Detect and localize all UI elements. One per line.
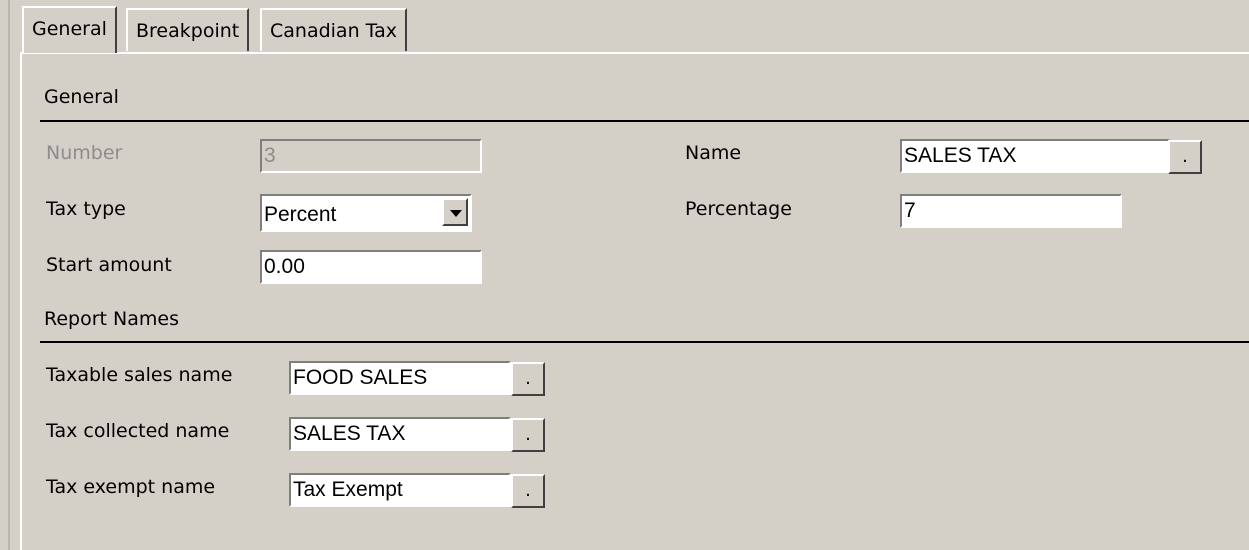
tab-panel-border xyxy=(20,52,1249,54)
section-title-report-names: Report Names xyxy=(44,308,179,330)
tax-type-label: Tax type xyxy=(46,198,126,220)
tax-collected-lookup-button[interactable]: . xyxy=(511,418,545,452)
section-title-general: General xyxy=(44,86,119,108)
name-field[interactable]: SALES TAX xyxy=(900,139,1170,173)
window-left-edge xyxy=(8,0,10,550)
tax-collected-name-field[interactable]: SALES TAX xyxy=(289,417,511,451)
section-divider-general xyxy=(40,120,1249,122)
section-divider-report-names xyxy=(40,341,1249,343)
tax-type-dropdown-button[interactable] xyxy=(442,198,468,226)
tax-type-value: Percent xyxy=(264,203,337,226)
chevron-down-icon xyxy=(450,210,462,217)
name-lookup-button[interactable]: . xyxy=(1168,140,1202,174)
tab-panel-left-border xyxy=(20,52,22,550)
tax-exempt-lookup-button[interactable]: . xyxy=(511,474,545,508)
tax-exempt-name-field[interactable]: Tax Exempt xyxy=(289,473,511,507)
start-amount-field[interactable]: 0.00 xyxy=(260,250,482,284)
taxable-sales-name-label: Taxable sales name xyxy=(46,364,233,386)
tab-general[interactable]: General xyxy=(22,6,117,53)
tax-type-select[interactable]: Percent xyxy=(260,194,472,232)
tab-breakpoint[interactable]: Breakpoint xyxy=(126,8,250,51)
number-label: Number xyxy=(46,142,123,164)
tax-collected-name-label: Tax collected name xyxy=(46,420,230,442)
number-field: 3 xyxy=(260,139,482,173)
percentage-label: Percentage xyxy=(685,198,792,220)
taxable-sales-lookup-button[interactable]: . xyxy=(511,362,545,396)
percentage-field[interactable]: 7 xyxy=(900,194,1122,228)
taxable-sales-name-field[interactable]: FOOD SALES xyxy=(289,361,511,395)
tax-exempt-name-label: Tax exempt name xyxy=(46,476,216,498)
tab-canadian-tax[interactable]: Canadian Tax xyxy=(260,8,408,51)
start-amount-label: Start amount xyxy=(46,254,172,276)
name-label: Name xyxy=(685,142,742,164)
